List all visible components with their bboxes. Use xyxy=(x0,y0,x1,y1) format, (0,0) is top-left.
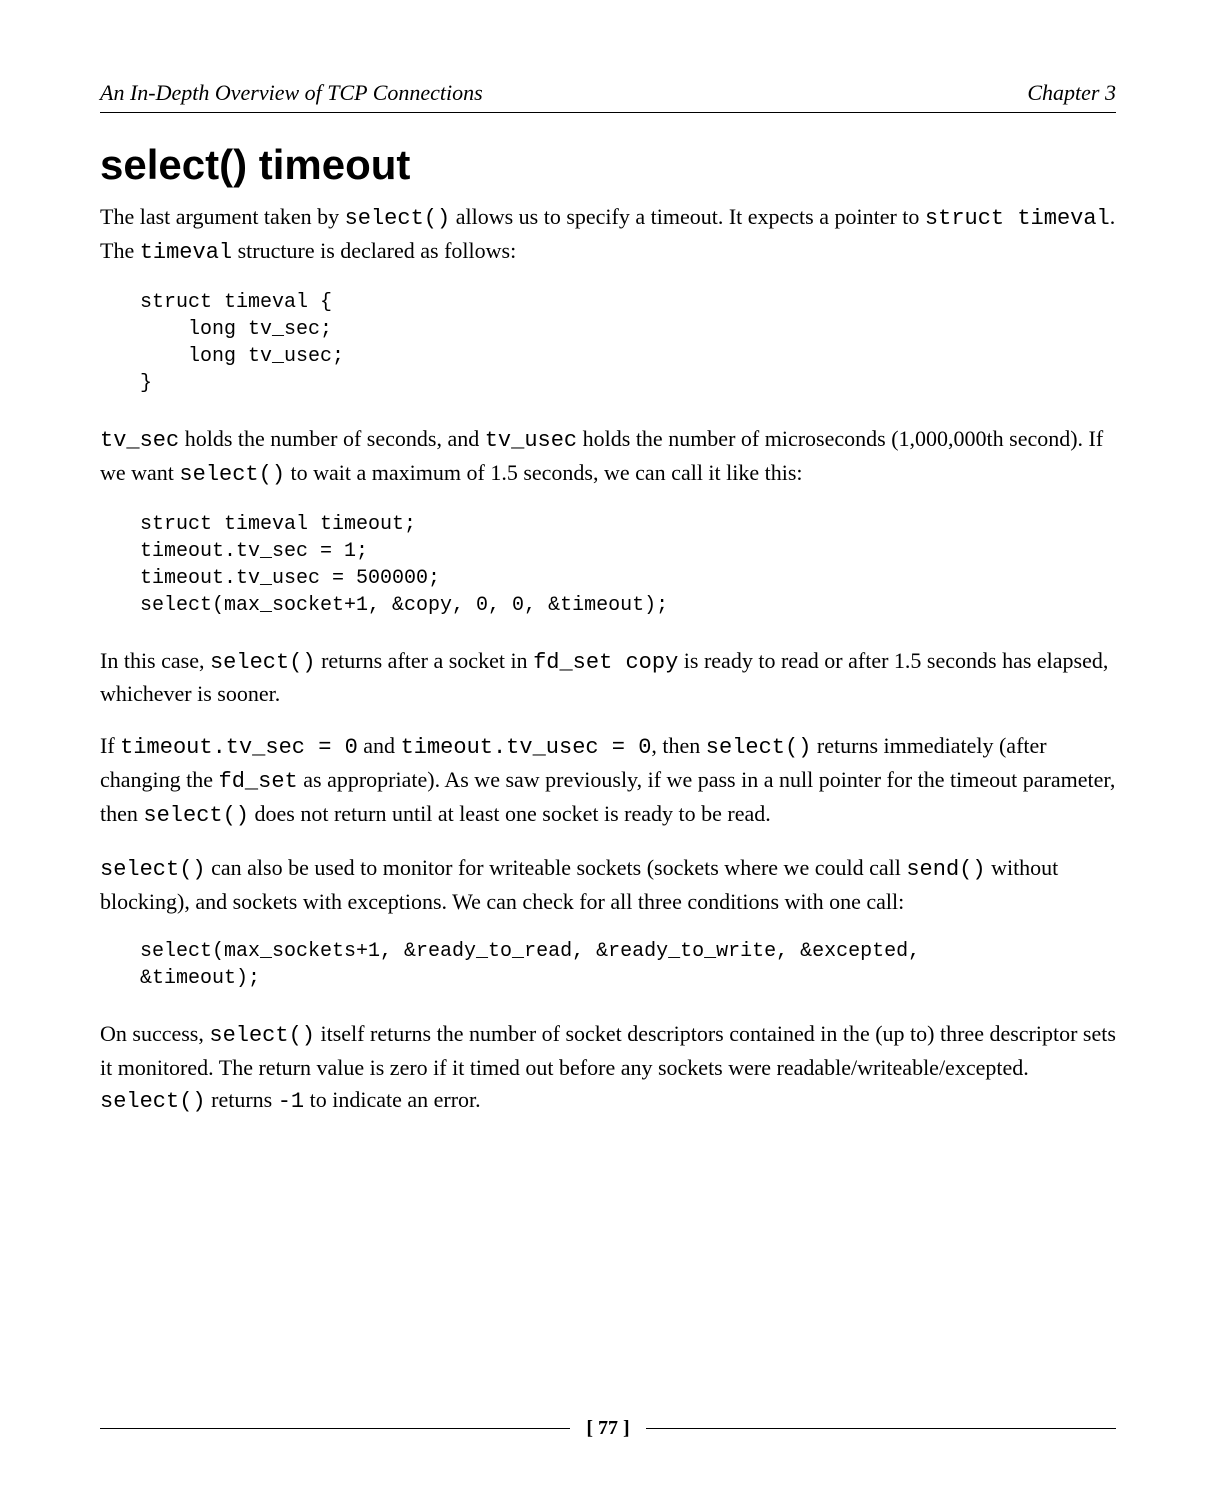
inline-code: timeval xyxy=(140,240,232,265)
page: An In-Depth Overview of TCP Connections … xyxy=(0,0,1216,1500)
code-block-timeout: struct timeval timeout; timeout.tv_sec =… xyxy=(140,511,1116,619)
text: allows us to specify a timeout. It expec… xyxy=(450,204,925,229)
text: The last argument taken by xyxy=(100,204,345,229)
text: returns after a socket in xyxy=(316,648,533,673)
inline-code: tv_sec xyxy=(100,428,179,453)
paragraph-2: tv_sec holds the number of seconds, and … xyxy=(100,423,1116,491)
text: to wait a maximum of 1.5 seconds, we can… xyxy=(285,460,803,485)
footer-rule-right xyxy=(646,1428,1116,1429)
inline-code: fd_set xyxy=(219,769,298,794)
inline-code: struct timeval xyxy=(925,206,1110,231)
footer-rule-left xyxy=(100,1428,570,1429)
inline-code: timeout.tv_sec = 0 xyxy=(120,735,358,760)
code-block-select: select(max_sockets+1, &ready_to_read, &r… xyxy=(140,938,1116,992)
inline-code: tv_usec xyxy=(485,428,577,453)
inline-code: send() xyxy=(906,857,985,882)
inline-code: timeout.tv_usec = 0 xyxy=(401,735,652,760)
page-number: [ 77 ] xyxy=(570,1417,645,1440)
text: , then xyxy=(651,733,705,758)
inline-code: select() xyxy=(345,206,451,231)
text: In this case, xyxy=(100,648,210,673)
text: structure is declared as follows: xyxy=(232,238,516,263)
inline-code: -1 xyxy=(278,1089,304,1114)
code-block-struct: struct timeval { long tv_sec; long tv_us… xyxy=(140,289,1116,397)
text: If xyxy=(100,733,120,758)
paragraph-5: select() can also be used to monitor for… xyxy=(100,852,1116,918)
paragraph-6: On success, select() itself returns the … xyxy=(100,1018,1116,1118)
inline-code: select() xyxy=(210,650,316,675)
inline-code: select() xyxy=(100,857,206,882)
paragraph-1: The last argument taken by select() allo… xyxy=(100,201,1116,269)
inline-code: select() xyxy=(706,735,812,760)
inline-code: select() xyxy=(179,462,285,487)
inline-code: select() xyxy=(209,1023,315,1048)
text: returns xyxy=(206,1087,278,1112)
text: can also be used to monitor for writeabl… xyxy=(206,855,907,880)
text: holds the number of seconds, and xyxy=(179,426,485,451)
inline-code: fd_set copy xyxy=(533,650,678,675)
paragraph-3: In this case, select() returns after a s… xyxy=(100,645,1116,711)
paragraph-4: If timeout.tv_sec = 0 and timeout.tv_use… xyxy=(100,730,1116,832)
text: and xyxy=(358,733,401,758)
text: does not return until at least one socke… xyxy=(249,801,771,826)
section-title: select() timeout xyxy=(100,141,1116,189)
text: On success, xyxy=(100,1021,209,1046)
inline-code: select() xyxy=(100,1089,206,1114)
page-header: An In-Depth Overview of TCP Connections … xyxy=(100,80,1116,113)
text: to indicate an error. xyxy=(304,1087,481,1112)
inline-code: select() xyxy=(143,803,249,828)
header-right: Chapter 3 xyxy=(1027,80,1116,106)
page-footer: [ 77 ] xyxy=(100,1417,1116,1440)
header-left: An In-Depth Overview of TCP Connections xyxy=(100,80,483,106)
